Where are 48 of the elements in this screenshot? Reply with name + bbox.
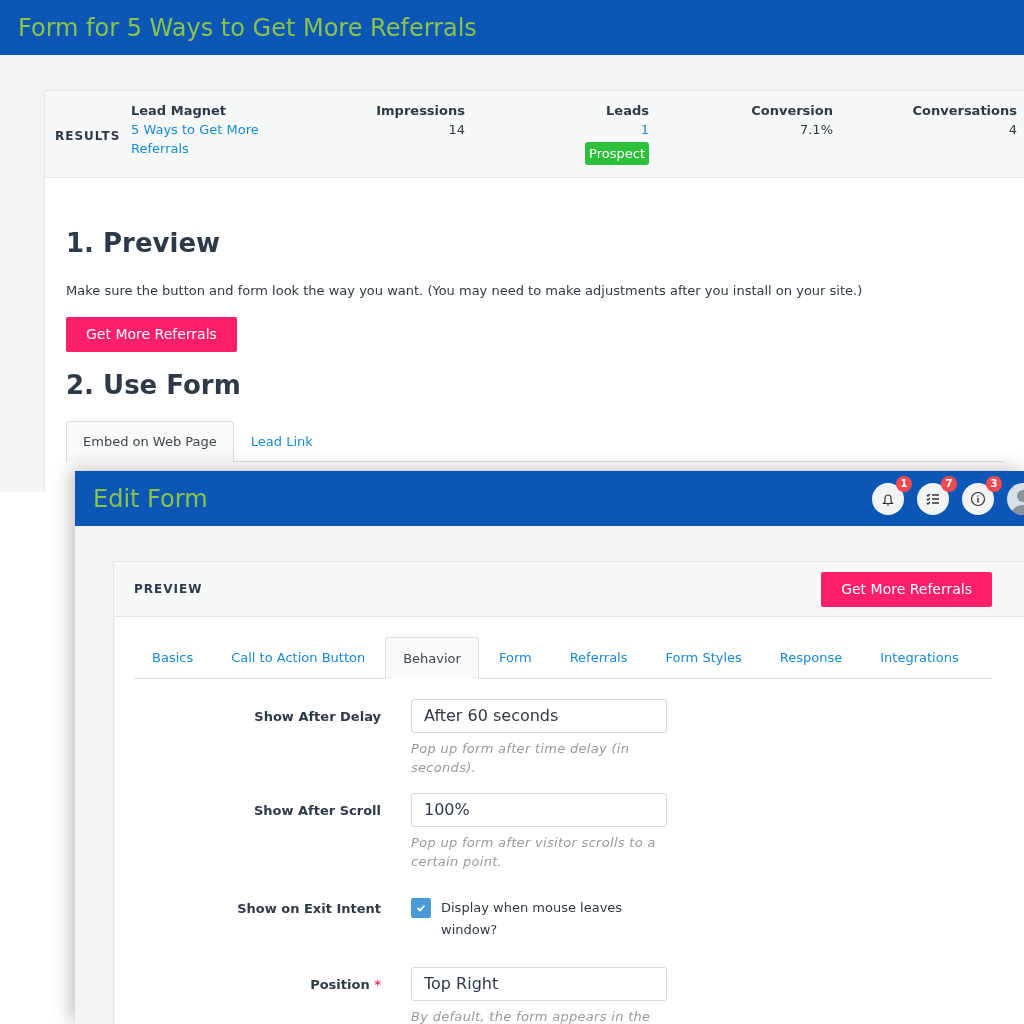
section-heading: 2. Use Form [66, 369, 242, 401]
window-title: Edit Form [93, 483, 208, 515]
count-badge: 1 [896, 475, 912, 492]
checkbox[interactable] [411, 897, 431, 918]
help-text: Pop up form after time delay (in seconds). [411, 739, 631, 777]
value-text: 14 [447, 121, 465, 139]
instructions-text: Make sure the button and form look the way you want. (You may need to make adjustments after you install on your site.) [66, 282, 864, 301]
column-heading: Lead Magnet [131, 102, 227, 120]
help-text: Pop up form after visitor scrolls to a certain point. [411, 833, 657, 871]
column-heading: Conversion [750, 102, 833, 120]
required-marker: * [374, 976, 381, 992]
tab[interactable]: Form [480, 637, 550, 678]
value-text: 4 [1007, 121, 1017, 139]
tab[interactable]: Behavior [385, 637, 479, 679]
preview-button[interactable]: Get More Referrals [821, 571, 992, 607]
value-text: 7.1% [798, 121, 833, 139]
input-field[interactable]: 100% [411, 792, 667, 827]
preview-button[interactable]: Get More Referrals [66, 316, 237, 352]
tab[interactable]: Form Styles [647, 637, 760, 678]
field-label: Position [310, 976, 370, 992]
count-badge: 3 [986, 475, 1002, 492]
tab[interactable]: Response [761, 637, 861, 678]
checkbox-label: Display when mouse leaves window? [441, 898, 624, 939]
help-text: By default, the form appears in the [411, 1007, 652, 1024]
tab[interactable]: Integrations [862, 637, 977, 678]
value-link[interactable]: 1 [465, 120, 649, 139]
field-label: Show on Exit Intent [237, 900, 381, 916]
count-badge: 7 [941, 475, 957, 492]
field-label: Show After Delay [254, 708, 381, 724]
column-heading: Impressions [375, 102, 465, 120]
column-heading: Conversations [911, 102, 1017, 120]
card-title: PREVIEW [134, 581, 203, 598]
info-icon [970, 490, 986, 507]
tab[interactable]: Referrals [551, 637, 646, 678]
tab[interactable]: Basics [134, 637, 212, 678]
column-heading: Leads [605, 102, 649, 120]
tab[interactable]: Call to Action Button [213, 637, 384, 678]
input-field[interactable]: After 60 seconds [411, 698, 667, 733]
value-link[interactable]: 5 Ways to Get More Referrals [131, 120, 281, 158]
tab[interactable]: Embed on Web Page [66, 420, 234, 463]
status-badge: Prospect [585, 142, 649, 165]
field-label: Show After Scroll [253, 802, 381, 818]
results-label: RESULTS [54, 128, 122, 145]
tab[interactable]: Lead Link [233, 420, 330, 462]
section-heading: 1. Preview [66, 228, 222, 260]
checkmark-icon [416, 902, 426, 913]
input-field[interactable]: Top Right [411, 966, 667, 1001]
page-title: Form for 5 Ways to Get More Referrals [18, 12, 477, 44]
